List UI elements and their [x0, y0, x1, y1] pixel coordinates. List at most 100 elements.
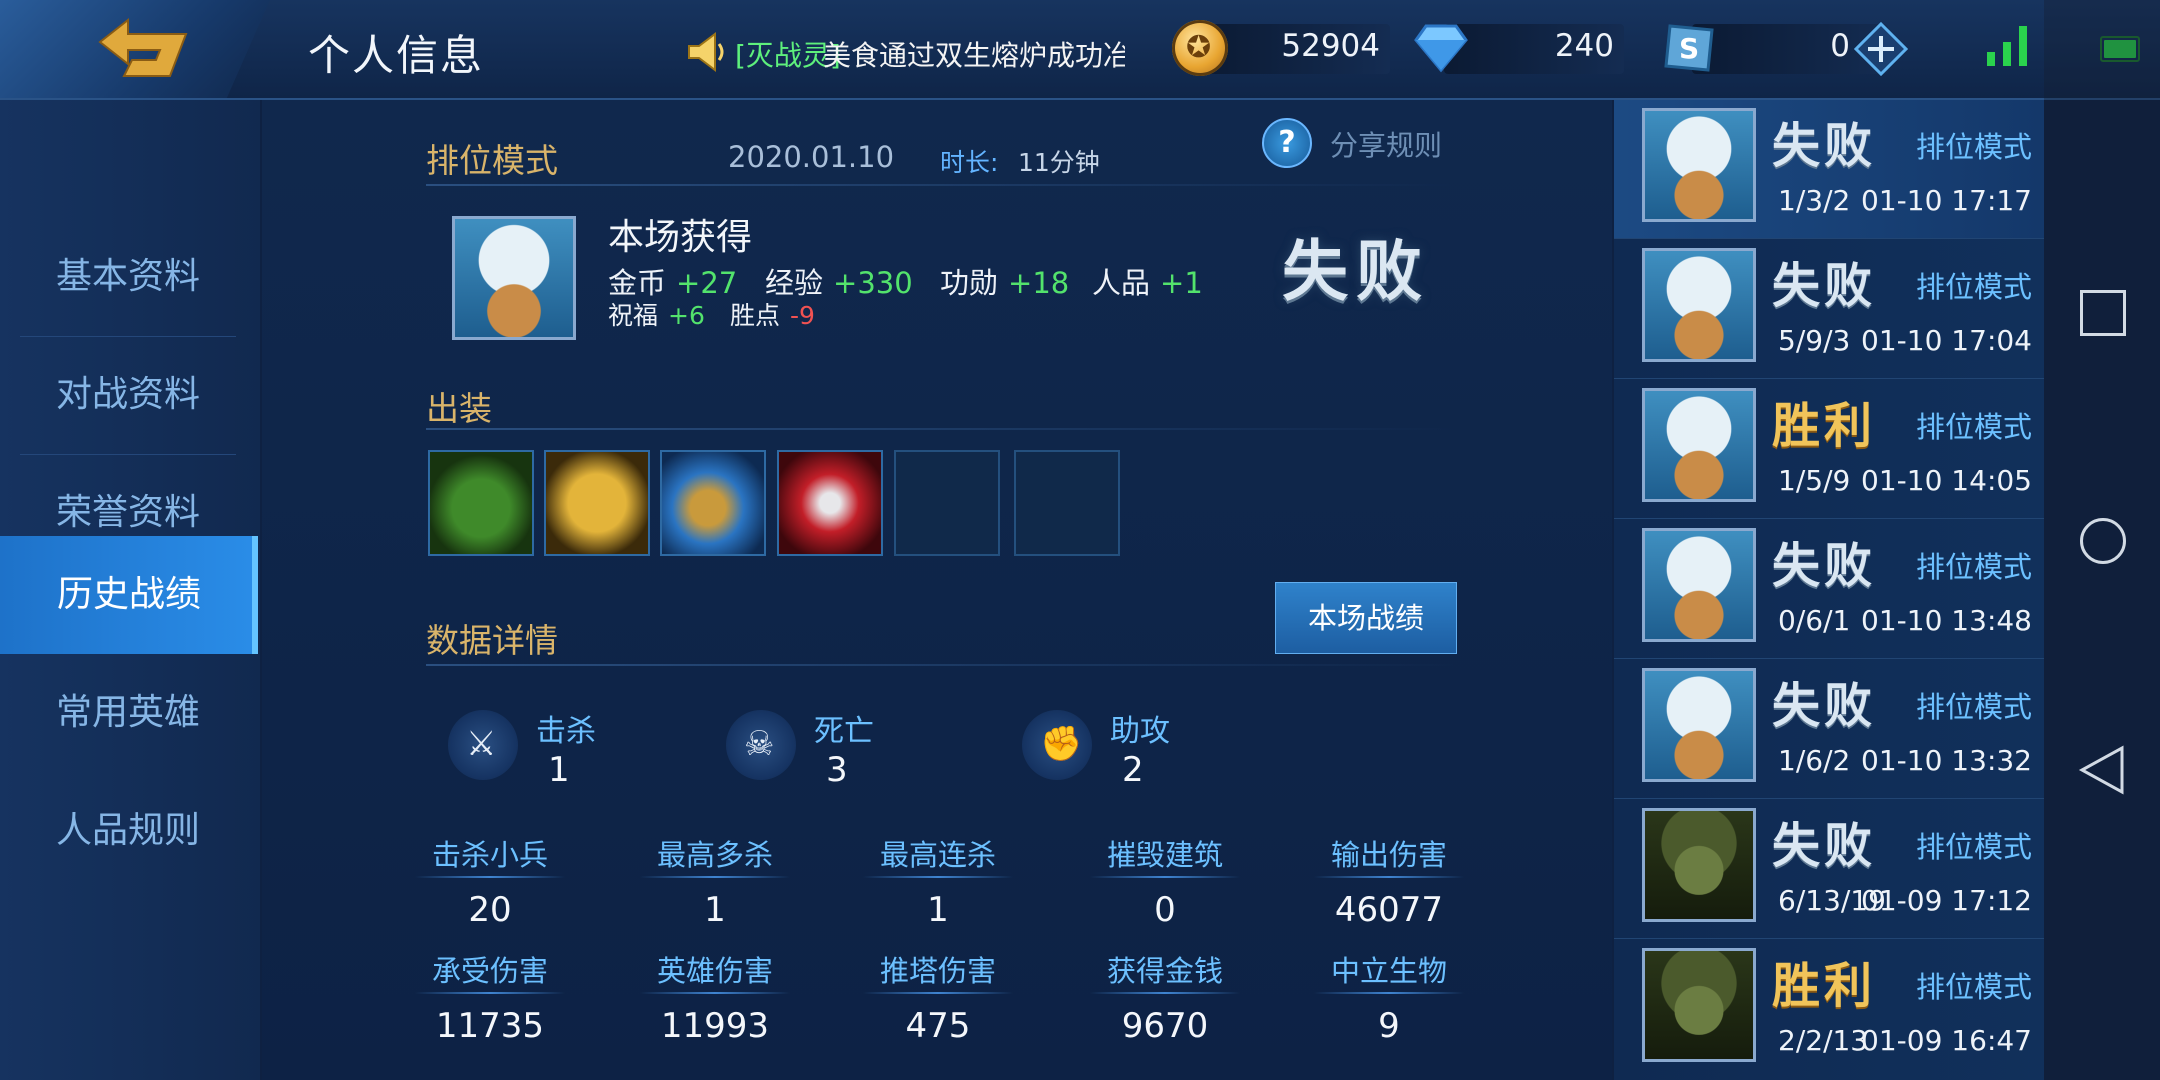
nav-battle-info[interactable]: 对战资料 — [20, 336, 236, 455]
match-stats-button[interactable]: 本场战绩 — [1275, 582, 1457, 654]
history-time: 01-09 16:47 — [1861, 1024, 2032, 1057]
match-result: 失败 — [1282, 233, 1430, 310]
gold-coin-icon: ✪ — [1172, 20, 1228, 76]
history-mode: 排位模式 — [1915, 830, 2032, 864]
divider — [426, 428, 1456, 430]
equipment-empty-slot[interactable] — [1014, 450, 1120, 556]
history-item[interactable]: 失败 排位模式 1/6/2 01-10 13:32 — [1614, 660, 2044, 799]
coupon-icon: S — [1664, 24, 1714, 72]
gold-value: 52904 — [1281, 28, 1380, 64]
ticker-text: 美食通过双生熔炉成功冶炼 — [823, 39, 1125, 72]
divider — [426, 664, 1456, 666]
add-currency-button[interactable] — [1854, 22, 1908, 76]
history-time: 01-09 17:12 — [1861, 884, 2032, 917]
history-item[interactable]: 失败 排位模式 0/6/1 01-10 13:48 — [1614, 520, 2044, 659]
history-result: 失败 — [1772, 258, 1877, 314]
points-value: 0 — [1830, 28, 1850, 64]
broadcast-ticker: [灭战灵] 美食通过双生熔炉成功冶炼 — [685, 30, 1125, 74]
equipment-claw-icon[interactable] — [777, 450, 883, 556]
speaker-icon — [688, 32, 724, 72]
history-item[interactable]: 失败 排位模式 6/13/19 01-09 17:12 — [1614, 800, 2044, 939]
details-title: 数据详情 — [426, 621, 558, 660]
diamond-icon — [1414, 24, 1468, 73]
stat-hero-damage: 英雄伤害 11993 — [630, 948, 800, 1046]
gain-blessing: 祝福 +6 — [608, 301, 705, 330]
match-mode-title: 排位模式 — [426, 141, 558, 180]
match-date: 2020.01.10 — [728, 140, 895, 174]
page-title: 个人信息 — [308, 31, 485, 80]
history-result: 失败 — [1772, 818, 1877, 874]
nav-credit-rules[interactable]: 人品规则 — [20, 772, 236, 890]
history-item[interactable]: 失败 排位模式 5/9/3 01-10 17:04 — [1614, 240, 2044, 379]
equipment-staff-icon[interactable] — [660, 450, 766, 556]
stat-max-streak: 最高连杀 1 — [853, 832, 1023, 930]
history-mode: 排位模式 — [1915, 410, 2032, 444]
stat-damage-taken: 承受伤害 11735 — [405, 948, 575, 1046]
fist-icon: ✊ — [1022, 710, 1092, 780]
history-item[interactable]: 胜利 排位模式 1/5/9 01-10 14:05 — [1614, 380, 2044, 519]
back-arrow-icon — [98, 17, 188, 77]
stat-gold-earned: 获得金钱 9670 — [1080, 948, 1250, 1046]
gains-title: 本场获得 — [608, 217, 753, 258]
back-button[interactable] — [0, 0, 270, 98]
recents-icon[interactable] — [2080, 290, 2126, 336]
hero-avatar — [1642, 948, 1756, 1062]
hero-avatar — [1642, 808, 1756, 922]
history-kda: 1/3/2 — [1778, 184, 1851, 217]
duration-label: 时长: — [940, 148, 999, 177]
history-time: 01-10 17:04 — [1861, 324, 2032, 357]
history-item[interactable]: 胜利 排位模式 2/2/13 01-09 16:47 — [1614, 940, 2044, 1078]
history-kda: 1/5/9 — [1778, 464, 1851, 497]
stat-buildings-destroyed: 摧毁建筑 0 — [1080, 832, 1250, 930]
history-kda: 0/6/1 — [1778, 604, 1851, 637]
history-item[interactable]: 失败 排位模式 1/3/2 01-10 17:17 — [1614, 100, 2044, 239]
help-icon: ? — [1262, 118, 1312, 168]
hero-avatar — [1642, 388, 1756, 502]
gain-merit: 功勋 +18 — [940, 266, 1070, 300]
nav-basic-info[interactable]: 基本资料 — [20, 218, 236, 337]
gain-credit: 人品 +1 — [1092, 266, 1203, 300]
match-history-list: 失败 排位模式 1/3/2 01-10 17:17 失败 排位模式 5/9/3 … — [1614, 100, 2044, 1080]
equipment-empty-slot[interactable] — [894, 450, 1000, 556]
stat-max-multikill: 最高多杀 1 — [630, 832, 800, 930]
system-nav-bar — [2044, 0, 2160, 1080]
points-counter: S 0 — [1662, 20, 1908, 76]
skull-icon: ☠ — [726, 710, 796, 780]
hero-avatar — [1642, 248, 1756, 362]
share-rule-label: 分享规则 — [1330, 129, 1443, 162]
history-mode: 排位模式 — [1915, 690, 2032, 724]
gold-counter: ✪ 52904 — [1172, 20, 1390, 76]
history-mode: 排位模式 — [1915, 270, 2032, 304]
history-result: 失败 — [1772, 538, 1877, 594]
equipment-title: 出装 — [426, 389, 492, 428]
history-mode: 排位模式 — [1915, 130, 2032, 164]
history-kda: 1/6/2 — [1778, 744, 1851, 777]
gain-rank-points: 胜点 -9 — [730, 301, 815, 330]
hero-avatar — [1642, 668, 1756, 782]
signal-icon — [1987, 26, 2027, 66]
history-result: 胜利 — [1772, 958, 1877, 1014]
history-kda: 5/9/3 — [1778, 324, 1851, 357]
history-result: 失败 — [1772, 118, 1877, 174]
home-icon[interactable] — [2080, 518, 2126, 564]
history-kda: 2/2/13 — [1778, 1024, 1869, 1057]
history-time: 01-10 17:17 — [1861, 184, 2032, 217]
divider — [426, 184, 1456, 186]
hero-portrait — [452, 216, 576, 340]
nav-match-history[interactable]: 历史战绩 — [0, 536, 258, 654]
nav-common-heroes[interactable]: 常用英雄 — [20, 654, 236, 772]
stat-minion-kills: 击杀小兵 20 — [405, 832, 575, 930]
equipment-golden-mask-icon[interactable] — [544, 450, 650, 556]
sword-icon: ⚔ — [448, 710, 518, 780]
stat-neutral-creeps: 中立生物 9 — [1304, 948, 1474, 1046]
stat-tower-damage: 推塔伤害 475 — [853, 948, 1023, 1046]
diamond-value: 240 — [1554, 28, 1614, 64]
equipment-boots-icon[interactable] — [428, 450, 534, 556]
history-mode: 排位模式 — [1915, 550, 2032, 584]
history-time: 01-10 13:32 — [1861, 744, 2032, 777]
hero-avatar — [1642, 108, 1756, 222]
duration-value: 11分钟 — [1018, 148, 1100, 177]
back-icon[interactable] — [2078, 744, 2126, 796]
stat-damage-dealt: 输出伤害 46077 — [1304, 832, 1474, 930]
history-result: 胜利 — [1772, 398, 1877, 454]
